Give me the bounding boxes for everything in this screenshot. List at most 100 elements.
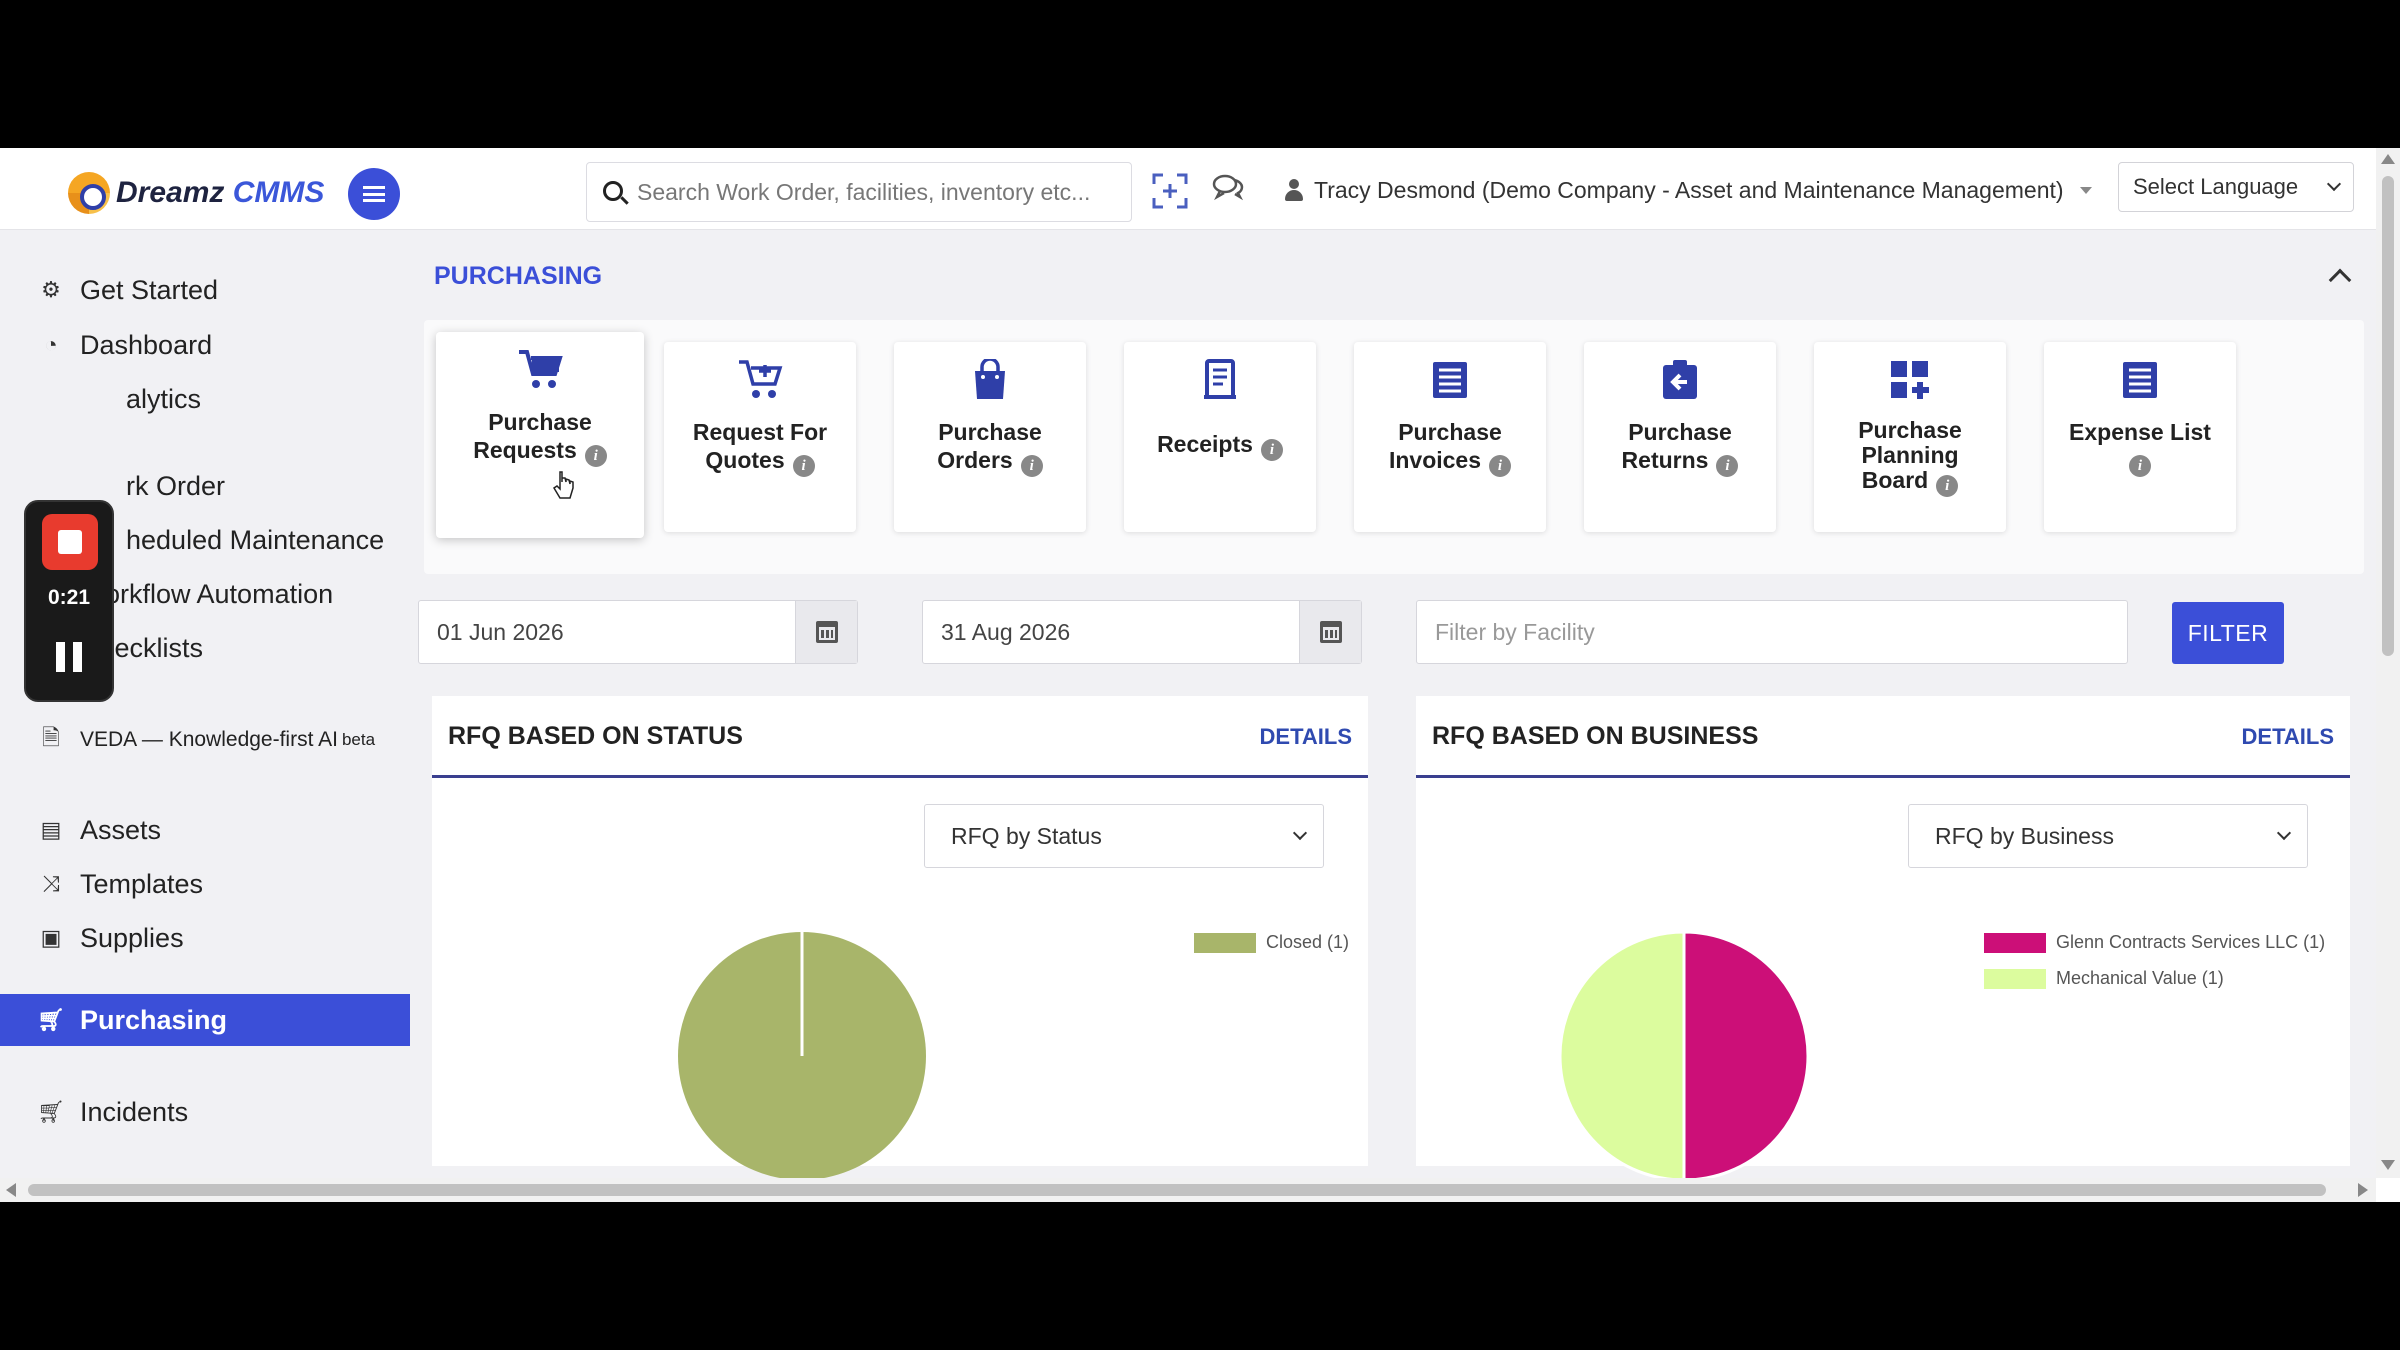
rfq-status-select[interactable]: RFQ by Status: [924, 804, 1324, 868]
sidebar-item-incidents[interactable]: 🛒︎ Incidents: [0, 1086, 410, 1138]
scroll-down-arrow-icon[interactable]: [2381, 1160, 2395, 1170]
sidebar-item-analytics[interactable]: alytics: [0, 373, 410, 425]
sidebar-item-label: Templates: [80, 868, 204, 899]
start-date-calendar-button[interactable]: [795, 601, 857, 663]
sidebar-item-label: rk Order: [126, 470, 226, 501]
start-date-field[interactable]: [418, 600, 858, 664]
tile-label: Purchase Returns i: [1595, 418, 1765, 477]
facility-filter-field[interactable]: [1416, 600, 2128, 664]
scroll-right-arrow-icon[interactable]: [2358, 1183, 2368, 1197]
legend-item: Closed (1): [1194, 932, 1349, 953]
facility-filter-input[interactable]: [1417, 601, 2127, 663]
tile-label: Purchase Requests i: [455, 408, 625, 467]
tile-request-for-quotes[interactable]: Request For Quotes i: [664, 342, 856, 532]
sidebar-item-supplies[interactable]: ▣ Supplies: [0, 912, 410, 964]
user-icon: [1284, 179, 1304, 201]
purchasing-tiles-panel: Purchase Requests i Request For Quotes i Pur…: [424, 320, 2364, 574]
horizontal-scrollbar[interactable]: [0, 1178, 2376, 1202]
sidebar-item-label: VEDA — Knowledge-first AI: [80, 728, 338, 751]
sidebar-item-label: Incidents: [80, 1096, 189, 1127]
end-date-input[interactable]: [923, 601, 1301, 663]
receipt-icon: [1202, 358, 1238, 402]
user-name: Tracy Desmond (Demo Company - Asset and …: [1314, 176, 2064, 203]
briefcase-icon: ▣: [40, 925, 62, 950]
info-icon: i: [584, 445, 607, 467]
end-date-field[interactable]: [922, 600, 1362, 664]
caret-down-icon: [2079, 186, 2092, 194]
info-icon: i: [1489, 455, 1512, 477]
legend-swatch: [1984, 968, 2046, 989]
info-icon: i: [2129, 455, 2151, 477]
beta-badge: beta: [341, 730, 376, 749]
chat-icon-button[interactable]: [1208, 172, 1248, 208]
sidebar-item-dashboard[interactable]: ◔ Dashboard: [0, 319, 410, 371]
hamburger-icon: [363, 186, 385, 202]
business-pie-chart: [1558, 930, 1810, 1182]
rfq-status-card: RFQ BASED ON STATUS DETAILS RFQ by Statu…: [432, 696, 1368, 1180]
chevron-down-icon: [1292, 825, 1308, 841]
scroll-left-arrow-icon[interactable]: [6, 1183, 16, 1197]
cart-icon: [517, 348, 563, 392]
scan-icon-button[interactable]: [1150, 172, 1190, 209]
screen-recorder-widget: 0:21: [24, 500, 114, 702]
app-window: Dreamz CMMS Tracy Desmond (Demo Company …: [0, 148, 2400, 1202]
tile-receipts[interactable]: Receipts i: [1124, 342, 1316, 532]
vertical-scroll-thumb[interactable]: [2382, 176, 2394, 656]
stop-recording-button[interactable]: [42, 514, 98, 570]
legend-swatch: [1984, 932, 2046, 953]
calendar-icon: [1319, 621, 1342, 643]
details-link[interactable]: DETAILS: [1260, 724, 1352, 750]
logo[interactable]: Dreamz CMMS: [68, 172, 324, 214]
tile-expense-list[interactable]: Expense List i: [2044, 342, 2236, 532]
calendar-icon: [815, 621, 838, 643]
logo-gear-icon: [68, 172, 110, 214]
pie-slice[interactable]: [1558, 930, 1686, 1182]
tile-purchase-returns[interactable]: Purchase Returns i: [1584, 342, 1776, 532]
list-icon: [1431, 358, 1469, 402]
legend-label: Closed (1): [1266, 932, 1350, 952]
filter-button[interactable]: FILTER: [2172, 602, 2284, 664]
tile-purchase-orders[interactable]: Purchase Orders i: [894, 342, 1086, 532]
rfq-business-select[interactable]: RFQ by Business: [1908, 804, 2308, 868]
letterbox-bottom: [0, 1202, 2400, 1350]
page-title: PURCHASING: [434, 262, 603, 290]
chevron-up-icon[interactable]: [2328, 268, 2352, 292]
details-link[interactable]: DETAILS: [2242, 724, 2334, 750]
pause-recording-button[interactable]: [56, 642, 82, 672]
top-bar: Dreamz CMMS Tracy Desmond (Demo Company …: [0, 148, 2376, 230]
select-value: RFQ by Status: [951, 822, 1102, 849]
tile-purchase-invoices[interactable]: Purchase Invoices i: [1354, 342, 1546, 532]
language-select[interactable]: Select Language: [2118, 162, 2354, 212]
tile-purchase-requests[interactable]: Purchase Requests i: [436, 332, 644, 538]
status-pie-chart: [678, 932, 926, 1180]
search-box[interactable]: [586, 162, 1132, 222]
legend-swatch: [1194, 932, 1256, 953]
tile-label: Purchase Orders i: [905, 418, 1075, 477]
sidebar-item-label: Purchasing: [80, 1004, 228, 1035]
info-icon: i: [1260, 439, 1283, 461]
grid-plus-icon: [1890, 358, 1930, 402]
pie-slice[interactable]: [1682, 930, 1810, 1182]
menu-toggle-button[interactable]: [348, 168, 400, 220]
chevron-down-icon: [2326, 176, 2342, 192]
sidebar-item-purchasing[interactable]: 🛒︎ Purchasing: [0, 994, 410, 1046]
language-select-label: Select Language: [2133, 174, 2299, 199]
sidebar: ⚙ Get Started ◔ Dashboard alytics rk Ord…: [0, 230, 410, 1178]
user-menu[interactable]: Tracy Desmond (Demo Company - Asset and …: [1284, 170, 2092, 210]
vertical-scrollbar[interactable]: [2376, 148, 2400, 1178]
scroll-up-arrow-icon[interactable]: [2381, 154, 2395, 164]
search-input[interactable]: [637, 178, 1117, 206]
sidebar-item-veda[interactable]: 🗎 VEDA — Knowledge-first AI beta: [0, 714, 410, 766]
tile-purchase-planning-board[interactable]: Purchase Planning Board i: [1814, 342, 2006, 532]
sidebar-item-templates[interactable]: ⤨ Templates: [0, 858, 410, 910]
horizontal-scroll-thumb[interactable]: [28, 1184, 2326, 1196]
end-date-calendar-button[interactable]: [1299, 601, 1361, 663]
sidebar-item-get-started[interactable]: ⚙ Get Started: [0, 264, 410, 316]
sidebar-item-assets[interactable]: ▤ Assets: [0, 804, 410, 856]
card-header: RFQ BASED ON STATUS DETAILS: [432, 696, 1368, 778]
search-icon: [603, 181, 623, 201]
main-content: PURCHASING Purchase Requests i Request For…: [410, 230, 2376, 1182]
start-date-input[interactable]: [419, 601, 797, 663]
letterbox-top: [0, 0, 2400, 148]
dashboard-icon: ◔: [44, 332, 58, 357]
